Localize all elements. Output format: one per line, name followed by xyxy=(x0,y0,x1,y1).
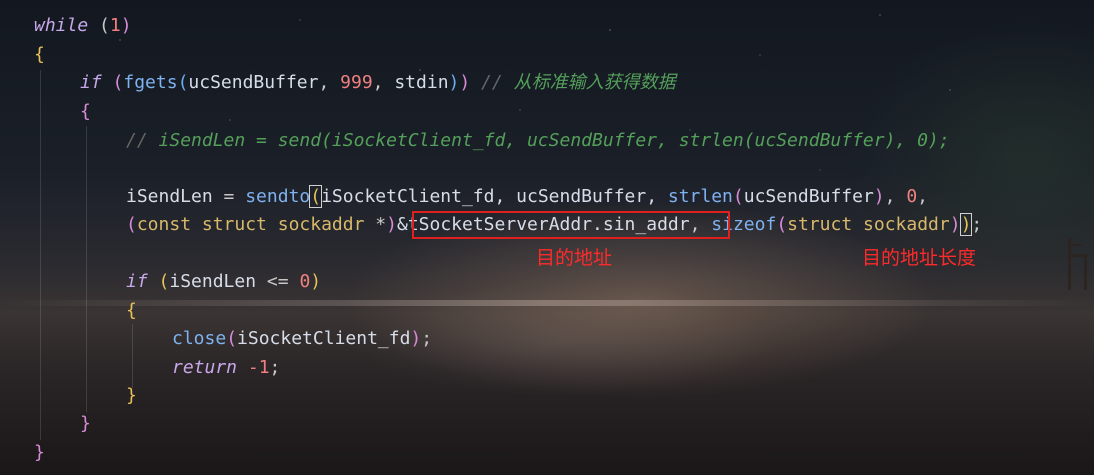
brace-close: } xyxy=(34,442,45,463)
keyword-while: while xyxy=(34,15,89,36)
highlight-box-dest-addr xyxy=(412,211,730,239)
indent-guide xyxy=(40,70,41,440)
paren: ) xyxy=(873,186,885,207)
code-line-1: while (1) xyxy=(34,12,132,40)
semicolon: ; xyxy=(971,214,983,235)
code-line-5: // iSendLen = send(iSocketClient_fd, ucS… xyxy=(126,127,950,155)
function-strlen: strlen xyxy=(667,186,733,207)
brace-open: { xyxy=(34,44,45,65)
paren: ) xyxy=(448,72,460,93)
brace-close: } xyxy=(126,385,137,406)
identifier: iSocketClient_fd xyxy=(237,328,411,349)
comma: , xyxy=(372,72,395,93)
number-literal: 0 xyxy=(906,186,918,207)
code-line-14: } xyxy=(126,382,137,410)
keyword-const: const xyxy=(136,214,192,235)
paren: ) xyxy=(459,72,471,93)
annotation-dest-addr: 目的地址 xyxy=(536,247,613,269)
number-literal: -1 xyxy=(237,357,270,378)
function-close: close xyxy=(172,328,227,349)
identifier: stdin xyxy=(394,72,449,93)
semicolon: ; xyxy=(269,357,281,378)
number-literal: 0 xyxy=(299,271,311,292)
keyword-struct: struct xyxy=(787,214,853,235)
operator: <= xyxy=(256,271,300,292)
type-sockaddr: sockaddr xyxy=(277,214,365,235)
paren: ) xyxy=(959,213,973,236)
brace-close: } xyxy=(80,413,91,434)
keyword-struct: struct xyxy=(201,214,267,235)
comment-marker: // xyxy=(470,72,514,93)
code-line-4: { xyxy=(80,98,91,126)
code-line-10: if (iSendLen <= 0) xyxy=(126,268,321,296)
code-line-2: { xyxy=(34,41,45,69)
semicolon: ; xyxy=(421,328,433,349)
indent-guide xyxy=(86,126,87,412)
paren: ( xyxy=(226,328,238,349)
operator: * xyxy=(364,214,387,235)
code-line-16: } xyxy=(34,439,45,467)
code-line-15: } xyxy=(80,410,91,438)
code-line-3: if (fgets(ucSendBuffer, 999, stdin)) // … xyxy=(80,69,676,97)
paren: ) xyxy=(120,15,132,36)
identifier: iSendLen xyxy=(169,271,257,292)
paren: ( xyxy=(177,72,189,93)
paren: ( xyxy=(126,214,137,235)
paren: ( xyxy=(732,186,744,207)
brace-open: { xyxy=(80,101,91,122)
comma: , xyxy=(318,72,341,93)
code-editor[interactable]: while (1) { if (fgets(ucSendBuffer, 999,… xyxy=(0,0,1094,475)
comma: , xyxy=(884,186,907,207)
identifier: ucSendBuffer xyxy=(188,72,319,93)
comma: , xyxy=(917,186,929,207)
comment-marker: // xyxy=(126,130,159,151)
function-fgets: fgets xyxy=(123,72,178,93)
code-line-11: { xyxy=(126,297,137,325)
comment: iSendLen = send(iSocketClient_fd, ucSend… xyxy=(158,130,950,151)
paren: ( xyxy=(101,72,124,93)
keyword-if: if xyxy=(126,271,148,292)
keyword-if: if xyxy=(80,72,102,93)
paren: ) xyxy=(386,214,397,235)
function-sendto: sendto xyxy=(245,186,311,207)
type-sockaddr: sockaddr xyxy=(863,214,950,235)
brace-open: { xyxy=(126,300,137,321)
paren: ( xyxy=(309,185,323,208)
paren: ) xyxy=(949,214,961,235)
keyword-return: return xyxy=(172,357,238,378)
identifier: iSendLen xyxy=(126,186,213,207)
code-line-13: return -1; xyxy=(172,354,280,382)
code-line-12: close(iSocketClient_fd); xyxy=(172,325,432,353)
paren: ( xyxy=(147,271,170,292)
annotation-dest-addr-len: 目的地址长度 xyxy=(862,247,977,269)
paren: ) xyxy=(310,271,322,292)
operator: = xyxy=(212,186,246,207)
paren: ) xyxy=(410,328,422,349)
identifier: iSocketClient_fd, ucSendBuffer, xyxy=(321,186,668,207)
comment: 从标准输入获得数据 xyxy=(513,72,676,93)
indent-guide xyxy=(132,324,133,388)
identifier: ucSendBuffer xyxy=(743,186,874,207)
paren: ( xyxy=(776,214,788,235)
paren: ( xyxy=(88,15,110,36)
number-literal: 999 xyxy=(340,72,373,93)
code-line-7: iSendLen = sendto(iSocketClient_fd, ucSe… xyxy=(126,183,928,211)
number-literal: 1 xyxy=(109,15,121,36)
